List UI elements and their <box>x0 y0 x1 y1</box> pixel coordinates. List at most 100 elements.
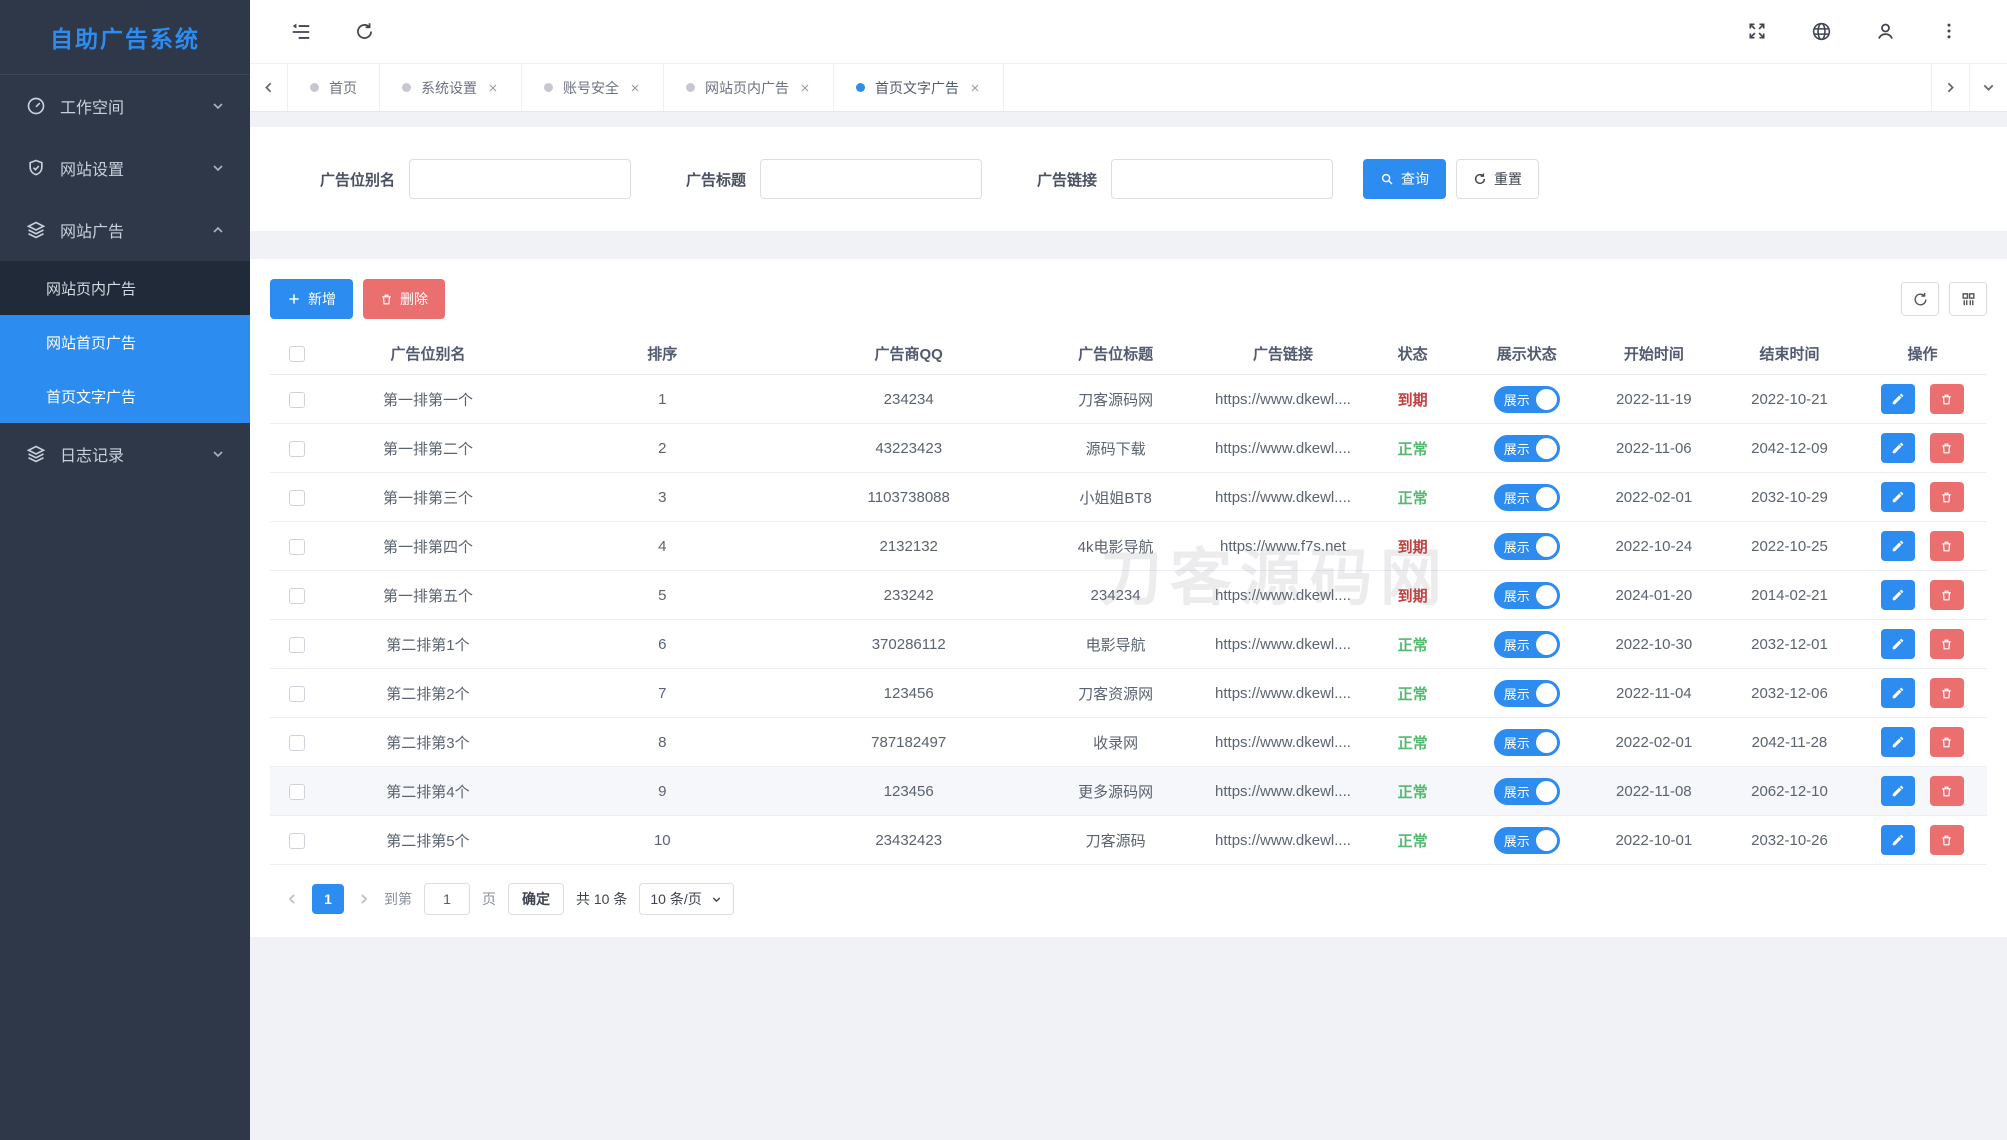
delete-row-button[interactable] <box>1930 727 1964 757</box>
row-checkbox[interactable] <box>289 588 305 604</box>
search-button[interactable]: 查询 <box>1363 159 1446 199</box>
toggle-label: 展示 <box>1504 586 1530 605</box>
edit-button[interactable] <box>1881 482 1915 512</box>
table-refresh-icon[interactable] <box>1901 282 1939 316</box>
display-toggle[interactable]: 展示 <box>1494 386 1560 413</box>
row-checkbox[interactable] <box>289 392 305 408</box>
sidebar-item-site-ads[interactable]: 网站广告 <box>0 199 250 261</box>
row-checkbox[interactable] <box>289 441 305 457</box>
tabs-scroll-left-icon[interactable] <box>250 64 288 111</box>
tab-system-settings[interactable]: 系统设置 <box>380 64 522 111</box>
page-number-button[interactable]: 1 <box>312 884 344 914</box>
display-toggle[interactable]: 展示 <box>1494 484 1560 511</box>
column-header: 广告位标题 <box>1024 343 1208 364</box>
more-menu-icon[interactable] <box>1939 21 1961 43</box>
display-toggle[interactable]: 展示 <box>1494 680 1560 707</box>
goto-page-input[interactable] <box>424 883 470 915</box>
cell-alias: 第二排第1个 <box>325 634 531 655</box>
delete-row-button[interactable] <box>1930 678 1964 708</box>
cell-end-time: 2014-02-21 <box>1721 587 1858 604</box>
edit-button[interactable] <box>1881 384 1915 414</box>
display-toggle[interactable]: 展示 <box>1494 827 1560 854</box>
sidebar-item-workspace[interactable]: 工作空间 <box>0 75 250 137</box>
fullscreen-icon[interactable] <box>1747 21 1769 43</box>
delete-row-button[interactable] <box>1930 629 1964 659</box>
sidebar-item-logs[interactable]: 日志记录 <box>0 423 250 485</box>
close-icon[interactable] <box>629 82 641 94</box>
edit-button[interactable] <box>1881 825 1915 855</box>
sidebar-item-site-settings[interactable]: 网站设置 <box>0 137 250 199</box>
edit-button[interactable] <box>1881 678 1915 708</box>
chevron-down-icon <box>210 446 226 462</box>
cell-alias: 第二排第4个 <box>325 781 531 802</box>
toggle-knob <box>1536 389 1557 410</box>
cell-advertiser-qq: 123456 <box>794 783 1024 800</box>
row-checkbox[interactable] <box>289 539 305 555</box>
row-checkbox[interactable] <box>289 637 305 653</box>
edit-button[interactable] <box>1881 531 1915 561</box>
goto-confirm-button[interactable]: 确定 <box>508 883 564 915</box>
sidebar-item-inpage-ads[interactable]: 网站页内广告 <box>0 261 250 315</box>
cell-alias: 第一排第一个 <box>325 389 531 410</box>
delete-row-button[interactable] <box>1930 825 1964 855</box>
user-icon[interactable] <box>1875 21 1897 43</box>
page-next-icon[interactable] <box>356 891 372 907</box>
display-toggle[interactable]: 展示 <box>1494 778 1560 805</box>
tabs-scroll-right-icon[interactable] <box>1931 64 1969 111</box>
ad-title-input[interactable] <box>760 159 982 199</box>
delete-row-button[interactable] <box>1930 776 1964 806</box>
row-checkbox[interactable] <box>289 490 305 506</box>
delete-row-button[interactable] <box>1930 433 1964 463</box>
display-toggle[interactable]: 展示 <box>1494 729 1560 756</box>
page-size-select[interactable]: 10 条/页 <box>639 883 733 915</box>
delete-row-button[interactable] <box>1930 384 1964 414</box>
display-toggle[interactable]: 展示 <box>1494 435 1560 462</box>
display-toggle[interactable]: 展示 <box>1494 582 1560 609</box>
row-checkbox[interactable] <box>289 735 305 751</box>
row-checkbox[interactable] <box>289 833 305 849</box>
sidebar-item-homepage-ads[interactable]: 网站首页广告 <box>0 315 250 369</box>
page-prev-icon[interactable] <box>284 891 300 907</box>
menu-collapse-icon[interactable] <box>290 21 312 43</box>
reset-button[interactable]: 重置 <box>1456 159 1539 199</box>
cell-end-time: 2062-12-10 <box>1721 783 1858 800</box>
alias-input[interactable] <box>409 159 631 199</box>
sidebar-item-home-text-ads[interactable]: 首页文字广告 <box>0 369 250 423</box>
edit-button[interactable] <box>1881 629 1915 659</box>
tab-inpage-ads[interactable]: 网站页内广告 <box>664 64 834 111</box>
row-checkbox[interactable] <box>289 686 305 702</box>
toggle-label: 展示 <box>1504 635 1530 654</box>
delete-row-button[interactable] <box>1930 531 1964 561</box>
status-badge: 正常 <box>1359 438 1467 459</box>
delete-button[interactable]: 删除 <box>363 279 445 319</box>
close-icon[interactable] <box>799 82 811 94</box>
display-toggle[interactable]: 展示 <box>1494 631 1560 658</box>
cell-ad-title: 刀客资源网 <box>1024 683 1208 704</box>
edit-button[interactable] <box>1881 776 1915 806</box>
add-button[interactable]: 新增 <box>270 279 353 319</box>
column-settings-icon[interactable] <box>1949 282 1987 316</box>
cell-advertiser-qq: 2132132 <box>794 538 1024 555</box>
column-header: 广告链接 <box>1207 343 1358 364</box>
edit-button[interactable] <box>1881 433 1915 463</box>
tab-home[interactable]: 首页 <box>288 64 380 111</box>
close-icon[interactable] <box>969 82 981 94</box>
edit-button[interactable] <box>1881 580 1915 610</box>
cell-ad-title: 收录网 <box>1024 732 1208 753</box>
tab-home-text-ads[interactable]: 首页文字广告 <box>834 64 1004 111</box>
row-checkbox[interactable] <box>289 784 305 800</box>
display-toggle[interactable]: 展示 <box>1494 533 1560 560</box>
toggle-label: 展示 <box>1504 733 1530 752</box>
edit-button[interactable] <box>1881 727 1915 757</box>
delete-row-button[interactable] <box>1930 482 1964 512</box>
tabs-menu-icon[interactable] <box>1969 64 2007 111</box>
ad-link-input[interactable] <box>1111 159 1333 199</box>
close-icon[interactable] <box>487 82 499 94</box>
tab-account-security[interactable]: 账号安全 <box>522 64 664 111</box>
table-panel: 新增 删除 <box>250 259 2007 937</box>
globe-icon[interactable] <box>1811 21 1833 43</box>
delete-row-button[interactable] <box>1930 580 1964 610</box>
cell-sort: 10 <box>531 832 794 849</box>
select-all-checkbox[interactable] <box>289 346 305 362</box>
refresh-icon[interactable] <box>354 21 376 43</box>
